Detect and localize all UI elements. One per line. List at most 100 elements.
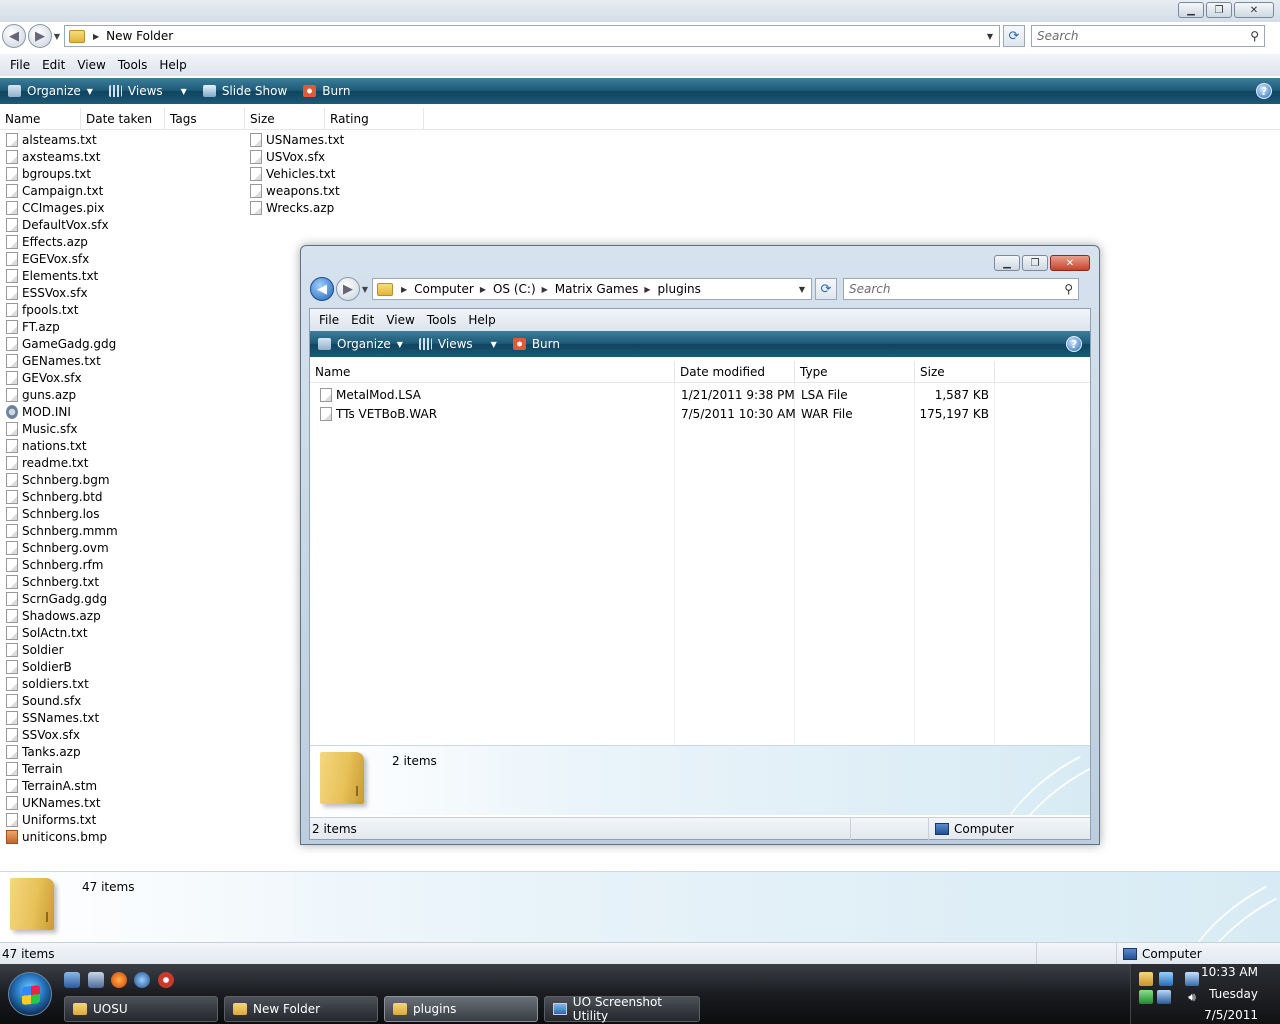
menu-view[interactable]: View <box>71 58 111 72</box>
firefox-icon[interactable] <box>111 972 127 988</box>
file-item[interactable]: GameGadg.gdg <box>6 335 118 352</box>
forward-button[interactable]: ▶ <box>336 277 360 301</box>
breadcrumb-os-c[interactable]: OS (C:) <box>493 282 536 296</box>
search-icon[interactable]: ⚲ <box>1064 282 1073 296</box>
minimize-button[interactable]: ▁ <box>1178 2 1204 18</box>
column-rating[interactable]: Rating <box>325 108 424 130</box>
file-item[interactable]: Tanks.azp <box>6 743 118 760</box>
help-icon[interactable]: ? <box>1256 83 1272 99</box>
file-item[interactable]: DefaultVox.sfx <box>6 216 118 233</box>
menu-help[interactable]: Help <box>462 313 501 327</box>
burn-button[interactable]: Burn <box>295 84 358 98</box>
tray-users-icon[interactable] <box>1157 990 1171 1004</box>
clock-day[interactable]: Tuesday <box>1209 987 1258 1001</box>
file-item[interactable]: CCImages.pix <box>6 199 118 216</box>
file-item[interactable]: uniticons.bmp <box>6 828 118 845</box>
file-item[interactable]: weapons.txt <box>250 182 344 199</box>
file-item[interactable]: Shadows.azp <box>6 607 118 624</box>
browser-icon[interactable] <box>134 972 150 988</box>
task-new-folder[interactable]: New Folder <box>224 996 378 1022</box>
breadcrumb-arrow-icon[interactable]: ▶ <box>542 285 548 294</box>
volume-icon[interactable]: 🔊︎ <box>1185 990 1199 1004</box>
file-item[interactable]: GEVox.sfx <box>6 369 118 386</box>
file-item[interactable]: Schnberg.los <box>6 505 118 522</box>
file-item[interactable]: guns.azp <box>6 386 118 403</box>
close-button[interactable]: ✕ <box>1050 255 1090 271</box>
breadcrumb-matrix-games[interactable]: Matrix Games <box>555 282 639 296</box>
burn-button[interactable]: Burn <box>505 337 568 351</box>
file-item[interactable]: SoldierB <box>6 658 118 675</box>
app-launcher-icon[interactable] <box>158 972 174 988</box>
main-search-input[interactable]: Search ⚲ <box>1031 25 1265 47</box>
task-uo-screenshot-utility[interactable]: UO Screenshot Utility <box>544 995 700 1023</box>
search-icon[interactable]: ⚲ <box>1250 29 1259 43</box>
file-item[interactable]: ScrnGadg.gdg <box>6 590 118 607</box>
refresh-button[interactable]: ⟳ <box>1003 25 1025 47</box>
column-name[interactable]: Name <box>310 361 675 383</box>
file-item[interactable]: Uniforms.txt <box>6 811 118 828</box>
breadcrumb-arrow-icon[interactable]: ▶ <box>93 32 99 41</box>
forward-button[interactable]: ▶ <box>28 24 52 48</box>
start-button[interactable] <box>8 972 52 1016</box>
recent-pages-dropdown[interactable]: ▼ <box>52 32 62 41</box>
column-type[interactable]: Type <box>795 361 915 383</box>
back-button[interactable]: ◀ <box>2 24 26 48</box>
file-item[interactable]: USVox.sfx <box>250 148 344 165</box>
file-item[interactable]: TerrainA.stm <box>6 777 118 794</box>
file-item[interactable]: alsteams.txt <box>6 131 118 148</box>
file-item[interactable]: SSVox.sfx <box>6 726 118 743</box>
refresh-button[interactable]: ⟳ <box>815 278 837 300</box>
file-item[interactable]: USNames.txt <box>250 131 344 148</box>
breadcrumb-arrow-icon[interactable]: ▶ <box>644 285 650 294</box>
help-icon[interactable]: ? <box>1066 336 1082 352</box>
file-item[interactable]: SolActn.txt <box>6 624 118 641</box>
file-item[interactable]: Schnberg.btd <box>6 488 118 505</box>
file-item[interactable]: SSNames.txt <box>6 709 118 726</box>
file-item[interactable]: fpools.txt <box>6 301 118 318</box>
column-date-modified[interactable]: Date modified <box>675 361 795 383</box>
breadcrumb-arrow-icon[interactable]: ▶ <box>480 285 486 294</box>
file-item[interactable]: Campaign.txt <box>6 182 118 199</box>
switch-windows-icon[interactable] <box>88 972 104 988</box>
file-item[interactable]: Sound.sfx <box>6 692 118 709</box>
file-item[interactable]: Schnberg.ovm <box>6 539 118 556</box>
file-item[interactable]: Schnberg.rfm <box>6 556 118 573</box>
menu-file[interactable]: File <box>0 58 36 72</box>
file-item[interactable]: bgroups.txt <box>6 165 118 182</box>
show-desktop-icon[interactable] <box>64 972 80 988</box>
breadcrumb-new-folder[interactable]: New Folder <box>106 29 173 43</box>
minimize-button[interactable]: ▁ <box>994 255 1020 271</box>
task-plugins[interactable]: plugins <box>384 996 538 1022</box>
file-row[interactable]: TTs VETBoB.WAR 7/5/2011 10:30 AM WAR File 1… <box>310 404 1090 423</box>
maximize-button[interactable]: ❐ <box>1206 2 1232 18</box>
recent-pages-dropdown[interactable]: ▼ <box>360 285 370 294</box>
plugins-address-field[interactable]: ▶ Computer ▶ OS (C:) ▶ Matrix Games ▶ pl… <box>372 278 812 300</box>
column-date-taken[interactable]: Date taken <box>81 108 165 130</box>
clock-time[interactable]: 10:33 AM <box>1201 965 1258 979</box>
file-item[interactable]: soldiers.txt <box>6 675 118 692</box>
file-item[interactable]: Terrain <box>6 760 118 777</box>
clock-date[interactable]: 7/5/2011 <box>1204 1008 1258 1022</box>
file-item[interactable]: axsteams.txt <box>6 148 118 165</box>
back-button[interactable]: ◀ <box>310 277 334 301</box>
main-address-field[interactable]: ▶ New Folder ▼ <box>64 25 1000 47</box>
file-item[interactable]: ESSVox.sfx <box>6 284 118 301</box>
file-item[interactable]: readme.txt <box>6 454 118 471</box>
file-item[interactable]: Soldier <box>6 641 118 658</box>
column-name[interactable]: Name <box>0 108 81 130</box>
menu-edit[interactable]: Edit <box>36 58 71 72</box>
tray-network-users-icon[interactable] <box>1159 972 1173 986</box>
menu-tools[interactable]: Tools <box>421 313 463 327</box>
file-row[interactable]: MetalMod.LSA 1/21/2011 9:38 PM LSA File 1,5… <box>310 385 1090 404</box>
tray-security-icon[interactable] <box>1139 990 1153 1004</box>
task-uosu[interactable]: UOSU <box>64 996 218 1022</box>
file-item[interactable]: MOD.INI <box>6 403 118 420</box>
maximize-button[interactable]: ❐ <box>1022 255 1048 271</box>
breadcrumb-arrow-icon[interactable]: ▶ <box>401 285 407 294</box>
file-item[interactable]: Effects.azp <box>6 233 118 250</box>
menu-view[interactable]: View <box>380 313 420 327</box>
file-item[interactable]: Schnberg.txt <box>6 573 118 590</box>
views-button[interactable]: Views ▼ <box>101 84 195 98</box>
tray-network-icon[interactable] <box>1185 972 1199 986</box>
file-item[interactable]: Wrecks.azp <box>250 199 344 216</box>
